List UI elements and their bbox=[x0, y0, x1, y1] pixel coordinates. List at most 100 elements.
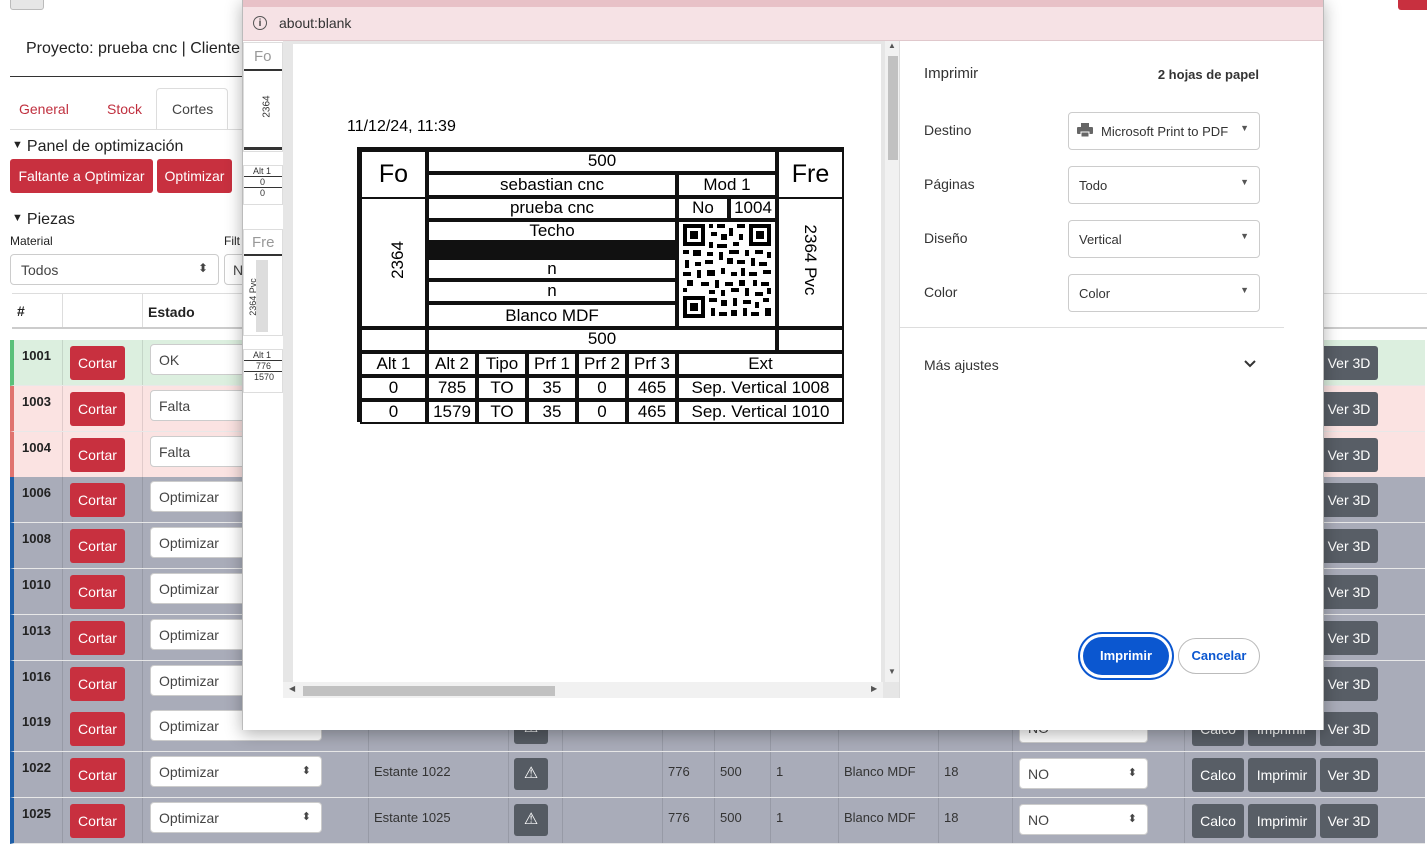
material-label: Material bbox=[10, 234, 53, 248]
no-select[interactable]: NO ⬍ bbox=[1019, 804, 1148, 835]
ver-3d-button[interactable]: Ver 3D bbox=[1320, 529, 1378, 563]
label-data-cell: 465 bbox=[627, 400, 677, 424]
cortar-button[interactable]: Cortar bbox=[70, 438, 125, 472]
print-button[interactable]: Imprimir bbox=[1083, 637, 1169, 675]
thumb-fo: Fo bbox=[244, 43, 282, 71]
thumb-zero-2: 0 bbox=[260, 188, 266, 198]
cortar-button[interactable]: Cortar bbox=[70, 392, 125, 426]
faltante-optimizar-button[interactable]: Faltante a Optimizar bbox=[10, 159, 153, 193]
cortar-button[interactable]: Cortar bbox=[70, 621, 125, 655]
thumb-776: 776 bbox=[244, 361, 282, 372]
top-right-button[interactable] bbox=[1398, 0, 1427, 10]
destino-select[interactable]: Microsoft Print to PDF ▼ bbox=[1068, 112, 1260, 150]
label-data-cell: 465 bbox=[627, 376, 677, 400]
cortar-button[interactable]: Cortar bbox=[70, 575, 125, 609]
tab-underline bbox=[10, 129, 242, 130]
row-width: 500 bbox=[720, 764, 742, 779]
menu-button[interactable] bbox=[10, 0, 44, 10]
estado-value: Optimizar bbox=[159, 673, 219, 689]
chevron-down-icon[interactable] bbox=[1244, 355, 1256, 371]
vertical-scroll-thumb[interactable] bbox=[888, 56, 898, 160]
caret-down-icon: ▼ bbox=[12, 212, 23, 224]
material-select[interactable]: Todos ⬍ bbox=[10, 254, 219, 285]
label-header-cell: Alt 2 bbox=[427, 352, 477, 376]
ver-3d-button[interactable]: Ver 3D bbox=[1320, 804, 1378, 838]
ver-3d-button[interactable]: Ver 3D bbox=[1320, 575, 1378, 609]
estado-value: Optimizar bbox=[159, 764, 219, 780]
label-side-right: 2364 Pvc bbox=[801, 224, 820, 296]
label-blank-left bbox=[360, 328, 427, 352]
cortar-button[interactable]: Cortar bbox=[70, 758, 125, 792]
ver-3d-button[interactable]: Ver 3D bbox=[1320, 621, 1378, 655]
piezas-header[interactable]: ▼ Piezas bbox=[12, 211, 75, 229]
qr-code bbox=[677, 220, 777, 328]
ver-3d-button[interactable]: Ver 3D bbox=[1320, 483, 1378, 517]
scroll-down-icon[interactable]: ▼ bbox=[888, 667, 896, 676]
label-no: No bbox=[677, 197, 729, 220]
estado-value: Optimizar bbox=[159, 489, 219, 505]
scroll-left-icon[interactable]: ◀ bbox=[289, 684, 295, 693]
no-select-value: NO bbox=[1028, 812, 1049, 828]
cortar-button[interactable]: Cortar bbox=[70, 804, 125, 838]
label-data-cell: TO bbox=[477, 400, 527, 424]
row-id: 1008 bbox=[22, 531, 51, 546]
url-text: about:blank bbox=[279, 15, 352, 31]
label-no-value: 1004 bbox=[729, 197, 777, 220]
imprimir-button[interactable]: Imprimir bbox=[1248, 758, 1316, 792]
imprimir-button[interactable]: Imprimir bbox=[1248, 804, 1316, 838]
cortar-button[interactable]: Cortar bbox=[70, 712, 125, 746]
piezas-title: Piezas bbox=[26, 211, 75, 228]
calco-button[interactable]: Calco bbox=[1192, 758, 1244, 792]
optimizar-button[interactable]: Optimizar bbox=[157, 159, 232, 193]
mas-ajustes-toggle[interactable]: Más ajustes bbox=[924, 357, 999, 373]
estado-select[interactable]: Optimizar ⬍ bbox=[150, 756, 322, 787]
ver-3d-button[interactable]: Ver 3D bbox=[1320, 438, 1378, 472]
label-data-cell: 0 bbox=[577, 400, 627, 424]
info-icon[interactable]: i bbox=[253, 16, 267, 30]
ver-3d-button[interactable]: Ver 3D bbox=[1320, 346, 1378, 380]
caret-down-icon: ▼ bbox=[12, 139, 23, 151]
row-id: 1003 bbox=[22, 394, 51, 409]
warning-icon[interactable]: ⚠ bbox=[514, 758, 548, 790]
panel-optimizacion-header[interactable]: ▼ Panel de optimización bbox=[12, 138, 183, 156]
select-arrows-icon: ⬍ bbox=[301, 811, 311, 823]
cortar-button[interactable]: Cortar bbox=[70, 483, 125, 517]
label-black-bar bbox=[427, 242, 677, 258]
ver-3d-button[interactable]: Ver 3D bbox=[1320, 667, 1378, 701]
scroll-right-icon[interactable]: ▶ bbox=[871, 684, 877, 693]
estado-select[interactable]: Optimizar ⬍ bbox=[150, 802, 322, 833]
qr-code-icon bbox=[683, 224, 771, 318]
horizontal-scroll-thumb[interactable] bbox=[303, 686, 555, 696]
destino-value: Microsoft Print to PDF bbox=[1101, 124, 1229, 139]
preview-thumbnail-2[interactable]: Fre 2364 Pvc bbox=[243, 229, 283, 336]
row-id: 1016 bbox=[22, 669, 51, 684]
label-fre: Fre bbox=[777, 150, 844, 199]
dialog-titlebar bbox=[243, 0, 1323, 7]
piece-label: Fo 500 Fre sebastian cnc Mod 1 prueba cn… bbox=[357, 147, 844, 424]
url-bar: i about:blank bbox=[243, 7, 1323, 41]
ver-3d-button[interactable]: Ver 3D bbox=[1320, 712, 1378, 746]
label-data-cell: Sep. Vertical 1008 bbox=[677, 376, 844, 400]
ver-3d-button[interactable]: Ver 3D bbox=[1320, 392, 1378, 426]
no-select[interactable]: NO ⬍ bbox=[1019, 758, 1148, 789]
preview-thumbnail[interactable]: Fo 2364 bbox=[243, 42, 283, 152]
row-description: Estante 1025 bbox=[374, 810, 451, 825]
warning-icon[interactable]: ⚠ bbox=[514, 804, 548, 836]
tab-stock[interactable]: Stock bbox=[98, 92, 151, 130]
color-select[interactable]: Color ▼ bbox=[1068, 274, 1260, 312]
tab-general[interactable]: General bbox=[10, 92, 78, 130]
estado-value: Optimizar bbox=[159, 627, 219, 643]
scroll-up-icon[interactable]: ▲ bbox=[888, 41, 896, 50]
label-data-cell: 0 bbox=[360, 400, 427, 424]
ver-3d-button[interactable]: Ver 3D bbox=[1320, 758, 1378, 792]
cortar-button[interactable]: Cortar bbox=[70, 346, 125, 380]
tab-cortes[interactable]: Cortes bbox=[156, 88, 228, 130]
calco-button[interactable]: Calco bbox=[1192, 804, 1244, 838]
paginas-select[interactable]: Todo ▼ bbox=[1068, 166, 1260, 204]
no-select-value: NO bbox=[1028, 766, 1049, 782]
cancel-button[interactable]: Cancelar bbox=[1178, 638, 1260, 674]
row-id: 1001 bbox=[22, 348, 51, 363]
cortar-button[interactable]: Cortar bbox=[70, 667, 125, 701]
diseno-select[interactable]: Vertical ▼ bbox=[1068, 220, 1260, 258]
cortar-button[interactable]: Cortar bbox=[70, 529, 125, 563]
